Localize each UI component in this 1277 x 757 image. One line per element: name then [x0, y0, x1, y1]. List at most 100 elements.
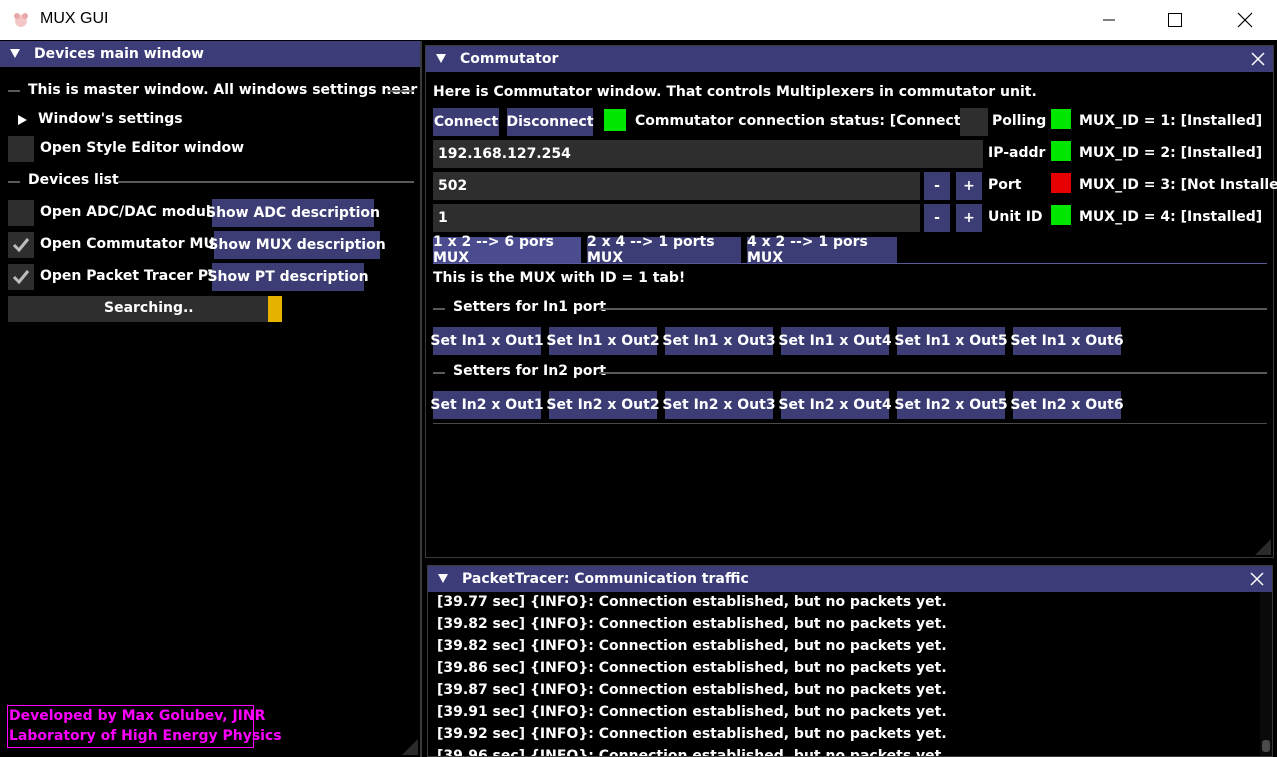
tab-mux-1[interactable]: 1 x 2 --> 6 pors MUX — [433, 234, 581, 266]
separator — [599, 308, 1267, 310]
checkmark-icon — [12, 238, 30, 253]
separator — [118, 181, 414, 183]
unit-id-increment-button[interactable]: + — [956, 204, 982, 232]
resize-grip[interactable] — [402, 739, 418, 755]
mux-status-led — [1051, 173, 1071, 193]
tab-bottom-separator — [433, 423, 1267, 424]
polling-checkbox[interactable] — [960, 108, 988, 136]
set-in1-out2-button[interactable]: Set In1 x Out2 — [546, 327, 660, 355]
style-editor-label: Open Style Editor window — [40, 140, 245, 156]
connection-status-text: Commutator connection status: [Connected… — [635, 113, 987, 129]
window-settings-node[interactable]: Window's settings — [38, 111, 183, 127]
separator — [433, 308, 445, 310]
commutator-description: Here is Commutator window. That controls… — [433, 84, 1037, 100]
mux-status-led — [1051, 109, 1071, 129]
collapse-arrow-icon[interactable] — [10, 49, 20, 59]
window-title: Devices main window — [34, 46, 204, 62]
collapse-arrow-icon[interactable] — [436, 54, 446, 64]
master-window-text: This is master window. All windows setti… — [28, 82, 418, 98]
pt-checkbox[interactable] — [8, 264, 34, 290]
disconnect-button[interactable]: Disconnect — [506, 108, 594, 136]
pt-label: Open Packet Tracer PT — [40, 268, 218, 284]
adc-label: Open ADC/DAC module — [40, 204, 221, 220]
log-scrollbar[interactable] — [1260, 592, 1272, 756]
show-pt-description-button[interactable]: Show PT description — [207, 263, 369, 291]
separator — [8, 90, 20, 92]
set-in1-out3-button[interactable]: Set In1 x Out3 — [662, 327, 776, 355]
port-decrement-button[interactable]: - — [924, 172, 950, 200]
set-in2-out3-button[interactable]: Set In2 x Out3 — [662, 391, 776, 419]
minimize-icon — [1103, 19, 1115, 21]
window-title: Commutator — [460, 51, 559, 67]
separator — [8, 181, 20, 183]
port-input[interactable]: 502 — [433, 172, 920, 200]
mux-status-text: MUX_ID = 4: [Installed] — [1079, 209, 1263, 225]
mux-status-led — [1051, 141, 1071, 161]
packet-tracer-window: PacketTracer: Communication traffic [39.… — [427, 565, 1273, 757]
port-increment-button[interactable]: + — [956, 172, 982, 200]
log-line: [39.87 sec] {INFO}: Connection establish… — [437, 682, 947, 698]
log-list: [39.77 sec] {INFO}: Connection establish… — [428, 592, 1260, 756]
adc-checkbox[interactable] — [8, 200, 34, 226]
ip-address-label: IP-addr — [988, 145, 1046, 161]
mux-status-text: MUX_ID = 2: [Installed] — [1079, 145, 1263, 161]
minimize-button[interactable] — [1086, 0, 1132, 40]
searching-progress-bar: Searching.. — [8, 296, 282, 322]
mux-status-text: MUX_ID = 1: [Installed] — [1079, 113, 1263, 129]
tree-arrow-icon[interactable] — [18, 115, 27, 125]
ip-address-input[interactable]: 192.168.127.254 — [433, 140, 983, 168]
set-in1-out6-button[interactable]: Set In1 x Out6 — [1010, 327, 1124, 355]
commutator-window: Commutator Here is Commutator window. Th… — [425, 45, 1277, 558]
style-editor-checkbox[interactable] — [8, 136, 34, 162]
in1-setters-header: Setters for In1 port — [453, 299, 607, 315]
mux-status-text: MUX_ID = 3: [Not Installed] — [1079, 177, 1277, 193]
os-titlebar: MUX GUI — [0, 0, 1277, 40]
separator — [388, 90, 414, 92]
polling-label: Polling — [992, 113, 1047, 129]
close-window-button[interactable] — [1222, 0, 1268, 40]
maximize-button[interactable] — [1152, 0, 1198, 40]
log-line: [39.91 sec] {INFO}: Connection establish… — [437, 704, 947, 720]
set-in2-out1-button[interactable]: Set In2 x Out1 — [430, 391, 544, 419]
maximize-icon — [1168, 13, 1182, 27]
connect-button[interactable]: Connect — [433, 108, 499, 136]
credit-line-1: Developed by Max Golubev, JINR — [9, 708, 266, 724]
close-icon[interactable] — [1250, 572, 1264, 586]
log-line: [39.86 sec] {INFO}: Connection establish… — [437, 660, 947, 676]
port-label: Port — [988, 177, 1022, 193]
devices-main-window-titlebar[interactable]: Devices main window — [0, 41, 420, 67]
app-title: MUX GUI — [40, 10, 109, 27]
tab-content-text: This is the MUX with ID = 1 tab! — [433, 270, 686, 286]
tab-mux-3[interactable]: 4 x 2 --> 1 pors MUX — [747, 234, 897, 266]
separator — [599, 372, 1267, 374]
set-in1-out4-button[interactable]: Set In1 x Out4 — [778, 327, 892, 355]
separator — [433, 372, 445, 374]
collapse-arrow-icon[interactable] — [438, 574, 448, 584]
devices-main-window: Devices main window This is master windo… — [0, 41, 422, 757]
show-mux-description-button[interactable]: Show MUX description — [208, 231, 386, 259]
tab-mux-2[interactable]: 2 x 4 --> 1 ports MUX — [587, 234, 741, 266]
scrollbar-thumb[interactable] — [1262, 740, 1270, 752]
set-in2-out6-button[interactable]: Set In2 x Out6 — [1010, 391, 1124, 419]
close-icon — [1237, 12, 1253, 28]
set-in1-out5-button[interactable]: Set In1 x Out5 — [894, 327, 1008, 355]
mux-checkbox[interactable] — [8, 232, 34, 258]
set-in1-out1-button[interactable]: Set In1 x Out1 — [430, 327, 544, 355]
unit-id-label: Unit ID — [988, 209, 1043, 225]
packet-tracer-titlebar[interactable]: PacketTracer: Communication traffic — [428, 566, 1272, 592]
log-line: [39.92 sec] {INFO}: Connection establish… — [437, 726, 947, 742]
log-line: [39.77 sec] {INFO}: Connection establish… — [437, 594, 947, 610]
close-icon[interactable] — [1251, 52, 1265, 66]
commutator-titlebar[interactable]: Commutator — [426, 46, 1273, 72]
show-adc-description-button[interactable]: Show ADC description — [206, 199, 380, 227]
set-in2-out4-button[interactable]: Set In2 x Out4 — [778, 391, 892, 419]
log-line: [39.82 sec] {INFO}: Connection establish… — [437, 638, 947, 654]
set-in2-out2-button[interactable]: Set In2 x Out2 — [546, 391, 660, 419]
resize-grip[interactable] — [1255, 539, 1271, 555]
unit-id-decrement-button[interactable]: - — [924, 204, 950, 232]
mux-status-led — [1051, 205, 1071, 225]
unit-id-input[interactable]: 1 — [433, 204, 920, 232]
tab-underline — [433, 263, 1267, 264]
credit-line-2: Laboratory of High Energy Physics — [9, 728, 282, 744]
set-in2-out5-button[interactable]: Set In2 x Out5 — [894, 391, 1008, 419]
